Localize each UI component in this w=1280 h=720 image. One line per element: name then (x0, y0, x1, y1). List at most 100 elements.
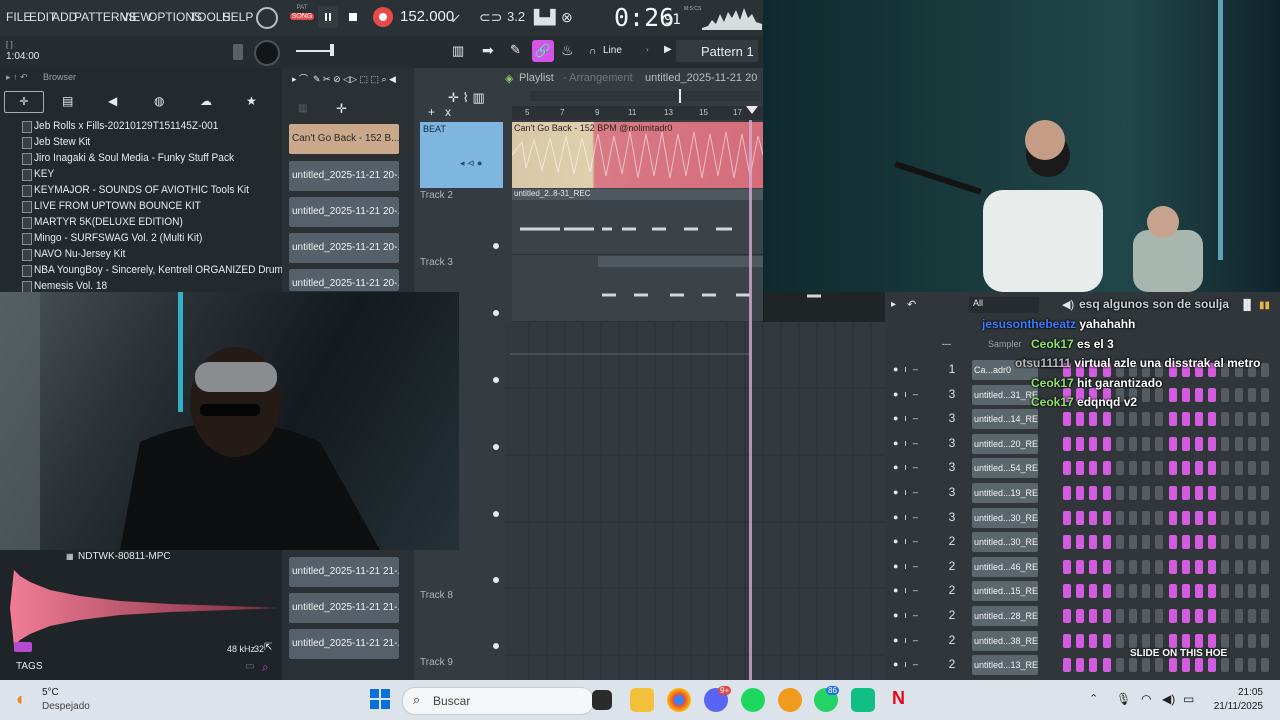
channel-name-button[interactable]: untitled...30_REC (972, 507, 1038, 528)
step-button[interactable] (1234, 486, 1243, 500)
channel-controls[interactable]: ●ı– (893, 462, 924, 472)
rack-steps-icon[interactable]: ▮▮ (1259, 300, 1270, 311)
step-button[interactable] (1195, 486, 1203, 500)
step-button[interactable] (1168, 436, 1177, 451)
step-button[interactable] (1155, 436, 1164, 451)
rack-speaker-icon[interactable]: ◀) (1062, 298, 1074, 311)
step-button[interactable] (1221, 510, 1230, 525)
channel-controls[interactable]: ●ı– (893, 635, 924, 645)
step-button[interactable] (1261, 510, 1269, 525)
step-button[interactable] (1076, 436, 1085, 451)
step-button[interactable] (1234, 412, 1243, 427)
step-button[interactable] (1089, 461, 1098, 476)
channel-controls[interactable]: ●ı– (893, 413, 924, 423)
step-button[interactable] (1208, 486, 1217, 500)
chrome-icon[interactable] (667, 688, 691, 712)
search-tags-icon[interactable]: ⌕ (262, 660, 269, 675)
metronome-icon[interactable]: ⩗ (452, 9, 460, 26)
step-button[interactable] (1155, 658, 1164, 673)
step-button[interactable] (1261, 363, 1269, 377)
step-button[interactable] (1221, 436, 1230, 451)
pattern-clip[interactable]: untitled_2025-11-21 21-... (289, 593, 399, 623)
step-button[interactable] (1142, 535, 1151, 550)
step-button[interactable] (1181, 436, 1190, 451)
step-button[interactable] (1221, 461, 1230, 476)
step-button[interactable] (1234, 609, 1243, 623)
step-button[interactable] (1261, 658, 1269, 673)
step-button[interactable] (1181, 412, 1190, 427)
step-button[interactable] (1142, 510, 1151, 525)
step-button[interactable] (1115, 510, 1124, 525)
volume-icon[interactable]: ◀) (1162, 692, 1175, 706)
playlist-tools-icons[interactable]: ▸ ⌒ ✎ ✂ ⊘ ◁▷ ⬚ ⬚ ⌕ ◀ (292, 72, 396, 85)
step-button[interactable] (1261, 436, 1269, 451)
step-button[interactable] (1063, 658, 1071, 673)
step-button[interactable] (1221, 486, 1230, 500)
step-button[interactable] (1129, 658, 1137, 673)
step-button[interactable] (1102, 510, 1111, 525)
channel-name-button[interactable]: untitled...15_REC (972, 581, 1038, 602)
channel-controls[interactable]: ●ı– (893, 487, 924, 497)
windows-start-icon[interactable] (370, 689, 390, 709)
step-button[interactable] (1195, 461, 1203, 476)
browser-item[interactable]: Jiro Inagaki & Soul Media - Funky Stuff … (34, 152, 234, 164)
step-button[interactable] (1247, 387, 1256, 402)
step-button[interactable] (1155, 559, 1164, 574)
play-pattern-icon[interactable]: ▶ (664, 44, 672, 55)
step-button[interactable] (1142, 559, 1151, 574)
pattern-clip[interactable]: untitled_2025-11-21 21-... (289, 629, 399, 659)
step-button[interactable] (1261, 461, 1269, 476)
step-button[interactable] (1155, 412, 1164, 427)
step-button[interactable] (1129, 559, 1137, 574)
scroll-handle[interactable] (679, 89, 681, 103)
playhead-marker[interactable] (746, 106, 758, 114)
step-button[interactable] (1221, 559, 1230, 574)
loop-record-icon[interactable]: ⊂⊃ (479, 9, 502, 26)
playlist-grid[interactable] (505, 322, 885, 680)
menu-file[interactable]: FILE (6, 10, 31, 24)
step-button[interactable] (1129, 584, 1137, 599)
track-name[interactable]: Track 2 (420, 190, 504, 201)
step-button[interactable] (1155, 609, 1164, 623)
step-button[interactable] (1115, 633, 1124, 648)
step-button[interactable] (1221, 535, 1230, 550)
pattern-clip[interactable]: untitled_2025-11-21 20-... (289, 233, 399, 263)
browser-tab-star-icon[interactable]: ★ (246, 94, 257, 108)
step-button[interactable] (1261, 486, 1269, 500)
channel-name-button[interactable]: untitled...14_REC (972, 409, 1038, 430)
channel-route-number[interactable]: 2 (945, 534, 959, 548)
step-button[interactable] (1076, 658, 1085, 673)
browser-item[interactable]: KEY (34, 168, 54, 180)
step-button[interactable] (1247, 658, 1256, 673)
track-name[interactable]: Track 9 (420, 657, 504, 668)
pattern-clip[interactable]: untitled_2025-11-21 21-... (289, 557, 399, 587)
step-button[interactable] (1102, 559, 1111, 574)
step-button[interactable] (1168, 559, 1177, 574)
pattern-selector[interactable]: Pattern 1 (676, 40, 758, 62)
track-led[interactable] (493, 444, 499, 450)
channel-name-button[interactable]: untitled...38_REC (972, 630, 1038, 651)
browser-tab-speaker-icon[interactable]: ◀ (108, 94, 117, 108)
step-button[interactable] (1076, 559, 1085, 574)
step-button[interactable] (1221, 584, 1230, 599)
step-button[interactable] (1115, 584, 1124, 599)
wifi-icon[interactable]: ◠ (1141, 692, 1151, 706)
step-button[interactable] (1129, 486, 1137, 500)
step-button[interactable] (1208, 412, 1217, 427)
channel-controls[interactable]: ●ı– (893, 512, 924, 522)
pattern-clip-selected[interactable]: Can't Go Back - 152 B... (289, 124, 399, 154)
channel-name-button[interactable]: untitled...46_REC (972, 556, 1038, 577)
tray-chevron-icon[interactable]: ⌃ (1089, 692, 1098, 705)
piano-icon[interactable]: ▥ (452, 43, 464, 59)
step-button[interactable] (1221, 658, 1230, 673)
step-button[interactable] (1181, 510, 1190, 525)
channel-route-number[interactable]: 3 (945, 485, 959, 499)
step-button[interactable] (1208, 535, 1217, 550)
step-button[interactable] (1195, 609, 1203, 623)
snap-select[interactable]: Line (603, 45, 622, 56)
pattern-clip[interactable]: untitled_2025-11-21 20-... (289, 197, 399, 227)
pattern-clip[interactable]: untitled_2025-11-21 20-... (289, 161, 399, 191)
pause-button[interactable] (318, 6, 338, 28)
playlist-plus-icon[interactable]: + x (428, 105, 451, 119)
step-button[interactable] (1261, 535, 1269, 550)
